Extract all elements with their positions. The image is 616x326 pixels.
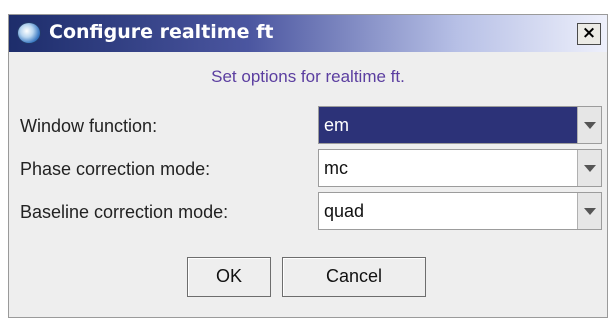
phase-correction-select[interactable]: mc — [318, 149, 602, 187]
title-bar[interactable]: Configure realtime ft × — [9, 15, 607, 52]
phase-correction-value: mc — [324, 158, 348, 178]
chevron-down-icon[interactable] — [577, 107, 601, 143]
chevron-down-icon[interactable] — [577, 193, 601, 229]
baseline-correction-label: Baseline correction mode: — [20, 202, 229, 222]
globe-app-icon — [17, 22, 41, 44]
window-function-select[interactable]: em — [318, 106, 602, 144]
window-function-value: em — [324, 115, 350, 135]
window-function-label: Window function: — [20, 116, 158, 136]
configure-dialog: Configure realtime ft × Set options for … — [8, 14, 608, 318]
window-title: Configure realtime ft — [49, 21, 274, 43]
phase-correction-label: Phase correction mode: — [20, 159, 211, 179]
baseline-correction-select[interactable]: quad — [318, 192, 602, 230]
close-button[interactable]: × — [577, 23, 601, 45]
cancel-button[interactable]: Cancel — [282, 257, 426, 297]
dialog-subtitle: Set options for realtime ft. — [211, 67, 405, 86]
chevron-down-icon[interactable] — [577, 150, 601, 186]
ok-button[interactable]: OK — [187, 257, 271, 297]
baseline-correction-value: quad — [324, 201, 365, 221]
